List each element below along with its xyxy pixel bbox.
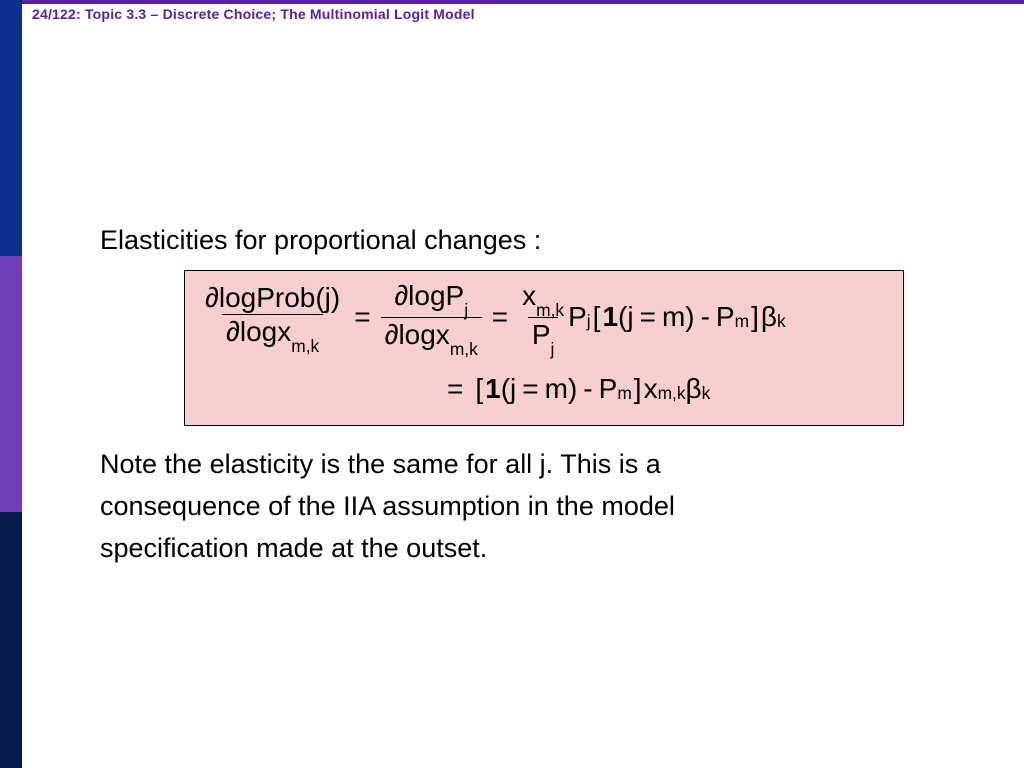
- x-text: x: [522, 280, 536, 311]
- lbracket: [: [475, 367, 483, 410]
- logprobj: logProb(j): [219, 282, 340, 313]
- beta-symbol: β: [686, 367, 702, 410]
- slide-header-title: 24/122: Topic 3.3 – Discrete Choice; The…: [32, 6, 475, 22]
- fraction-2: ∂logPj ∂logxm,k: [381, 281, 482, 354]
- sub-j: j: [587, 308, 591, 335]
- lbracket: [: [593, 295, 601, 338]
- p-text: P: [532, 319, 551, 350]
- minus-2: -: [583, 367, 592, 410]
- note-line-2: consequence of the IIA assumption in the…: [100, 486, 920, 528]
- sidebar-segment-middle: [0, 256, 22, 512]
- slide-content: Elasticities for proportional changes : …: [100, 220, 920, 569]
- m-var: m: [662, 295, 685, 338]
- rparen: ): [568, 367, 577, 410]
- p-text: P: [568, 295, 587, 338]
- lead-text: Elasticities for proportional changes :: [100, 220, 920, 262]
- j-var: j: [510, 367, 516, 410]
- inner-equals: =: [522, 367, 538, 410]
- partial-symbol: ∂: [394, 280, 408, 311]
- equation-row-2: = [ 1 (j=m) - Pm ] xm,k βk: [201, 367, 887, 410]
- sub-j: j: [551, 339, 555, 359]
- indicator-one: 1: [602, 295, 618, 338]
- equation-row-1: ∂logProb(j) ∂logxm,k = ∂logPj ∂logxm,k =: [201, 281, 887, 354]
- equals-3: =: [447, 367, 463, 410]
- note-line-1: Note the elasticity is the same for all …: [100, 444, 920, 486]
- fraction-3: xm,k Pj: [518, 281, 568, 354]
- logx-text: logx: [240, 316, 291, 347]
- partial-symbol: ∂: [226, 316, 240, 347]
- sub-mk: m,k: [291, 336, 319, 356]
- rbracket: ]: [751, 295, 759, 338]
- partial-symbol: ∂: [205, 282, 219, 313]
- sidebar-segment-bottom: [0, 512, 22, 768]
- equals-2: =: [492, 295, 508, 338]
- beta-symbol: β: [761, 295, 777, 338]
- inner-equals: =: [640, 295, 656, 338]
- indicator-one: 1: [485, 367, 501, 410]
- logp-text: logP: [408, 280, 464, 311]
- equation-box: ∂logProb(j) ∂logxm,k = ∂logPj ∂logxm,k =: [184, 270, 904, 426]
- sub-m: m: [735, 308, 749, 335]
- equals-1: =: [354, 295, 370, 338]
- p-text: P: [716, 295, 735, 338]
- rbracket: ]: [634, 367, 642, 410]
- sub-mk: m,k: [658, 380, 686, 407]
- sub-j: j: [464, 300, 468, 320]
- sidebar-segment-top: [0, 0, 22, 256]
- sub-m: m: [617, 380, 631, 407]
- sub-mk: m,k: [536, 300, 564, 320]
- note-line-3: specification made at the outset.: [100, 528, 920, 570]
- j-var: j: [627, 295, 633, 338]
- sub-k: k: [702, 380, 711, 407]
- left-color-sidebar: [0, 0, 22, 768]
- partial-symbol: ∂: [385, 319, 399, 350]
- sub-mk: m,k: [450, 339, 478, 359]
- rparen: ): [685, 295, 694, 338]
- logx-text: logx: [398, 319, 449, 350]
- sub-k: k: [777, 308, 786, 335]
- lparen: (: [618, 295, 627, 338]
- m-var: m: [545, 367, 568, 410]
- minus-1: -: [701, 295, 710, 338]
- lparen: (: [501, 367, 510, 410]
- header-strip: [22, 0, 1024, 4]
- fraction-1: ∂logProb(j) ∂logxm,k: [201, 283, 344, 351]
- slide: 24/122: Topic 3.3 – Discrete Choice; The…: [0, 0, 1024, 768]
- note-paragraph: Note the elasticity is the same for all …: [100, 444, 920, 570]
- x-text: x: [644, 367, 658, 410]
- p-text: P: [599, 367, 618, 410]
